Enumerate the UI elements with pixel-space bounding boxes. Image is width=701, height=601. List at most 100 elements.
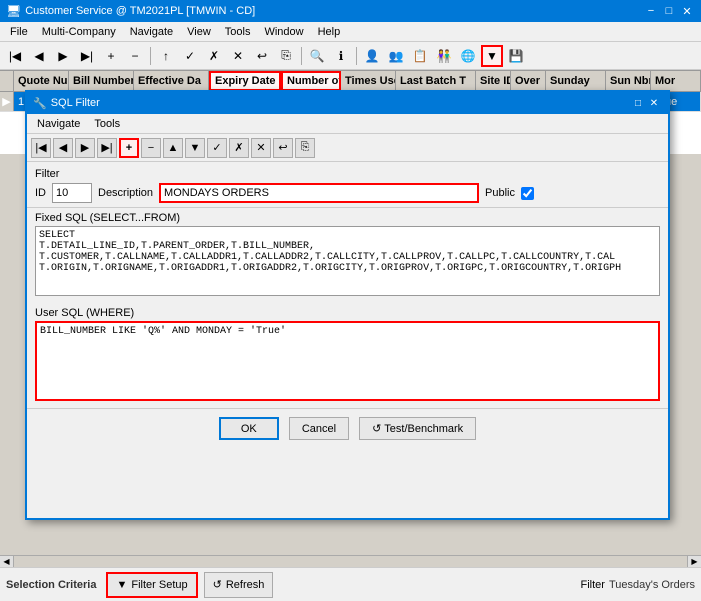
col-sun-nbr[interactable]: Sun Nbr xyxy=(606,71,651,91)
up-btn[interactable]: ↑ xyxy=(155,45,177,67)
save-btn[interactable]: 💾 xyxy=(505,45,527,67)
filter-label: Filter xyxy=(35,168,660,180)
app-title: Customer Service @ TM2021PL [TMWIN - CD] xyxy=(25,5,643,17)
dtb-next-btn[interactable]: ▶ xyxy=(75,138,95,158)
horizontal-scrollbar[interactable]: ◀ ▶ xyxy=(0,555,701,567)
add-btn[interactable]: + xyxy=(100,45,122,67)
menu-navigate[interactable]: Navigate xyxy=(124,24,179,40)
window-controls: − □ ✕ xyxy=(643,3,695,19)
nav-first-btn[interactable]: |◀ xyxy=(4,45,26,67)
dtb-last-btn[interactable]: ▶| xyxy=(97,138,117,158)
header-indicator xyxy=(0,71,14,91)
cancel-btn[interactable]: ✗ xyxy=(203,45,225,67)
col-number-of[interactable]: Number of xyxy=(281,71,341,91)
info-btn[interactable]: ℹ xyxy=(330,45,352,67)
refresh-button[interactable]: ↺ Refresh xyxy=(204,572,274,598)
col-effective-date[interactable]: Effective Da xyxy=(134,71,209,91)
dtb-down-btn[interactable]: ▼ xyxy=(185,138,205,158)
fixed-sql-section: Fixed SQL (SELECT...FROM) SELECT T.DETAI… xyxy=(27,208,668,303)
toolbar-sep-3 xyxy=(356,47,357,65)
group-btn[interactable]: 👥 xyxy=(385,45,407,67)
dtb-close-btn[interactable]: ✕ xyxy=(251,138,271,158)
public-checkbox[interactable] xyxy=(521,187,534,200)
filter-section: Filter ID Description Public xyxy=(27,162,668,208)
people-btn[interactable]: 👫 xyxy=(433,45,455,67)
delete-btn[interactable]: − xyxy=(124,45,146,67)
nav-prev-btn[interactable]: ◀ xyxy=(28,45,50,67)
app-icon: 🖥 xyxy=(6,4,21,18)
scroll-right-btn[interactable]: ▶ xyxy=(687,556,701,568)
dialog-toolbar: |◀ ◀ ▶ ▶| + − ▲ ▼ ✓ ✗ ✕ ↩ ⎘ xyxy=(27,134,668,162)
selection-criteria-label: Selection Criteria xyxy=(6,579,96,591)
status-bar: Selection Criteria ▼ Filter Setup ↺ Refr… xyxy=(0,567,701,601)
col-times-used[interactable]: Times Used xyxy=(341,71,396,91)
desc-label: Description xyxy=(98,187,153,199)
col-site-id[interactable]: Site ID xyxy=(476,71,511,91)
user-btn[interactable]: 👤 xyxy=(361,45,383,67)
col-last-batch[interactable]: Last Batch T xyxy=(396,71,476,91)
undo-btn[interactable]: ↩ xyxy=(251,45,273,67)
col-more[interactable]: Mor xyxy=(651,71,701,91)
maximize-btn[interactable]: □ xyxy=(661,3,677,19)
checkmark-btn[interactable]: ✓ xyxy=(179,45,201,67)
dtb-add-btn[interactable]: + xyxy=(119,138,139,158)
cancel-button[interactable]: Cancel xyxy=(289,417,349,440)
search-btn[interactable]: 🔍 xyxy=(306,45,328,67)
dtb-check-btn[interactable]: ✓ xyxy=(207,138,227,158)
dialog-menu-navigate[interactable]: Navigate xyxy=(31,116,86,132)
col-expiry-date[interactable]: Expiry Date xyxy=(209,71,281,91)
public-label: Public xyxy=(485,187,515,199)
globe-btn[interactable]: 🌐 xyxy=(457,45,479,67)
test-icon: ↺ xyxy=(372,422,381,435)
filter-id-input[interactable] xyxy=(52,183,92,203)
menu-bar: File Multi-Company Navigate View Tools W… xyxy=(0,22,701,42)
minimize-btn[interactable]: − xyxy=(643,3,659,19)
menu-window[interactable]: Window xyxy=(258,24,309,40)
dtb-copy-btn[interactable]: ⎘ xyxy=(295,138,315,158)
col-sunday[interactable]: Sunday xyxy=(546,71,606,91)
list-btn[interactable]: 📋 xyxy=(409,45,431,67)
id-label: ID xyxy=(35,187,46,199)
fixed-sql-textarea[interactable]: SELECT T.DETAIL_LINE_ID,T.PARENT_ORDER,T… xyxy=(35,226,660,296)
row-indicator: ▶ xyxy=(0,92,14,111)
menu-file[interactable]: File xyxy=(4,24,34,40)
user-sql-label: User SQL (WHERE) xyxy=(35,307,660,319)
nav-next-btn[interactable]: ▶ xyxy=(52,45,74,67)
dialog-menu-bar: Navigate Tools xyxy=(27,114,668,134)
close-btn2[interactable]: ✕ xyxy=(227,45,249,67)
col-bill-number[interactable]: Bill Number xyxy=(69,71,134,91)
dtb-first-btn[interactable]: |◀ xyxy=(31,138,51,158)
nav-last-btn[interactable]: ▶| xyxy=(76,45,98,67)
close-btn[interactable]: ✕ xyxy=(679,3,695,19)
filter-setup-icon: ▼ xyxy=(116,579,127,591)
menu-view[interactable]: View xyxy=(181,24,217,40)
ok-button[interactable]: OK xyxy=(219,417,279,440)
menu-multicompany[interactable]: Multi-Company xyxy=(36,24,122,40)
menu-tools[interactable]: Tools xyxy=(219,24,257,40)
col-over[interactable]: Over xyxy=(511,71,546,91)
refresh-icon: ↺ xyxy=(213,578,222,591)
filter-setup-button[interactable]: ▼ Filter Setup xyxy=(106,572,197,598)
user-sql-textarea[interactable]: BILL_NUMBER LIKE 'Q%' AND MONDAY = 'True… xyxy=(35,321,660,401)
dialog-minimize-btn[interactable]: □ xyxy=(630,95,646,111)
test-benchmark-button[interactable]: ↺ Test/Benchmark xyxy=(359,417,476,440)
filter-display-value: Tuesday's Orders xyxy=(609,579,695,591)
dtb-prev-btn[interactable]: ◀ xyxy=(53,138,73,158)
dialog-close-btn[interactable]: ✕ xyxy=(646,95,662,111)
copy-btn[interactable]: ⎘ xyxy=(275,45,297,67)
dtb-cancel-btn[interactable]: ✗ xyxy=(229,138,249,158)
scroll-left-btn[interactable]: ◀ xyxy=(0,556,14,568)
dialog-menu-tools[interactable]: Tools xyxy=(88,116,126,132)
filter-btn[interactable]: ▼ xyxy=(481,45,503,67)
dtb-remove-btn[interactable]: − xyxy=(141,138,161,158)
menu-help[interactable]: Help xyxy=(312,24,347,40)
dtb-undo-btn[interactable]: ↩ xyxy=(273,138,293,158)
sql-filter-dialog: 🔧 SQL Filter □ ✕ Navigate Tools |◀ ◀ ▶ ▶… xyxy=(25,90,670,520)
dialog-title-bar: 🔧 SQL Filter □ ✕ xyxy=(27,92,668,114)
toolbar-sep-2 xyxy=(301,47,302,65)
fixed-sql-label: Fixed SQL (SELECT...FROM) xyxy=(35,212,660,224)
col-quote-num[interactable]: Quote Num xyxy=(14,71,69,91)
filter-display-label: Filter xyxy=(580,579,604,591)
dtb-up-btn[interactable]: ▲ xyxy=(163,138,183,158)
filter-desc-input[interactable] xyxy=(159,183,479,203)
